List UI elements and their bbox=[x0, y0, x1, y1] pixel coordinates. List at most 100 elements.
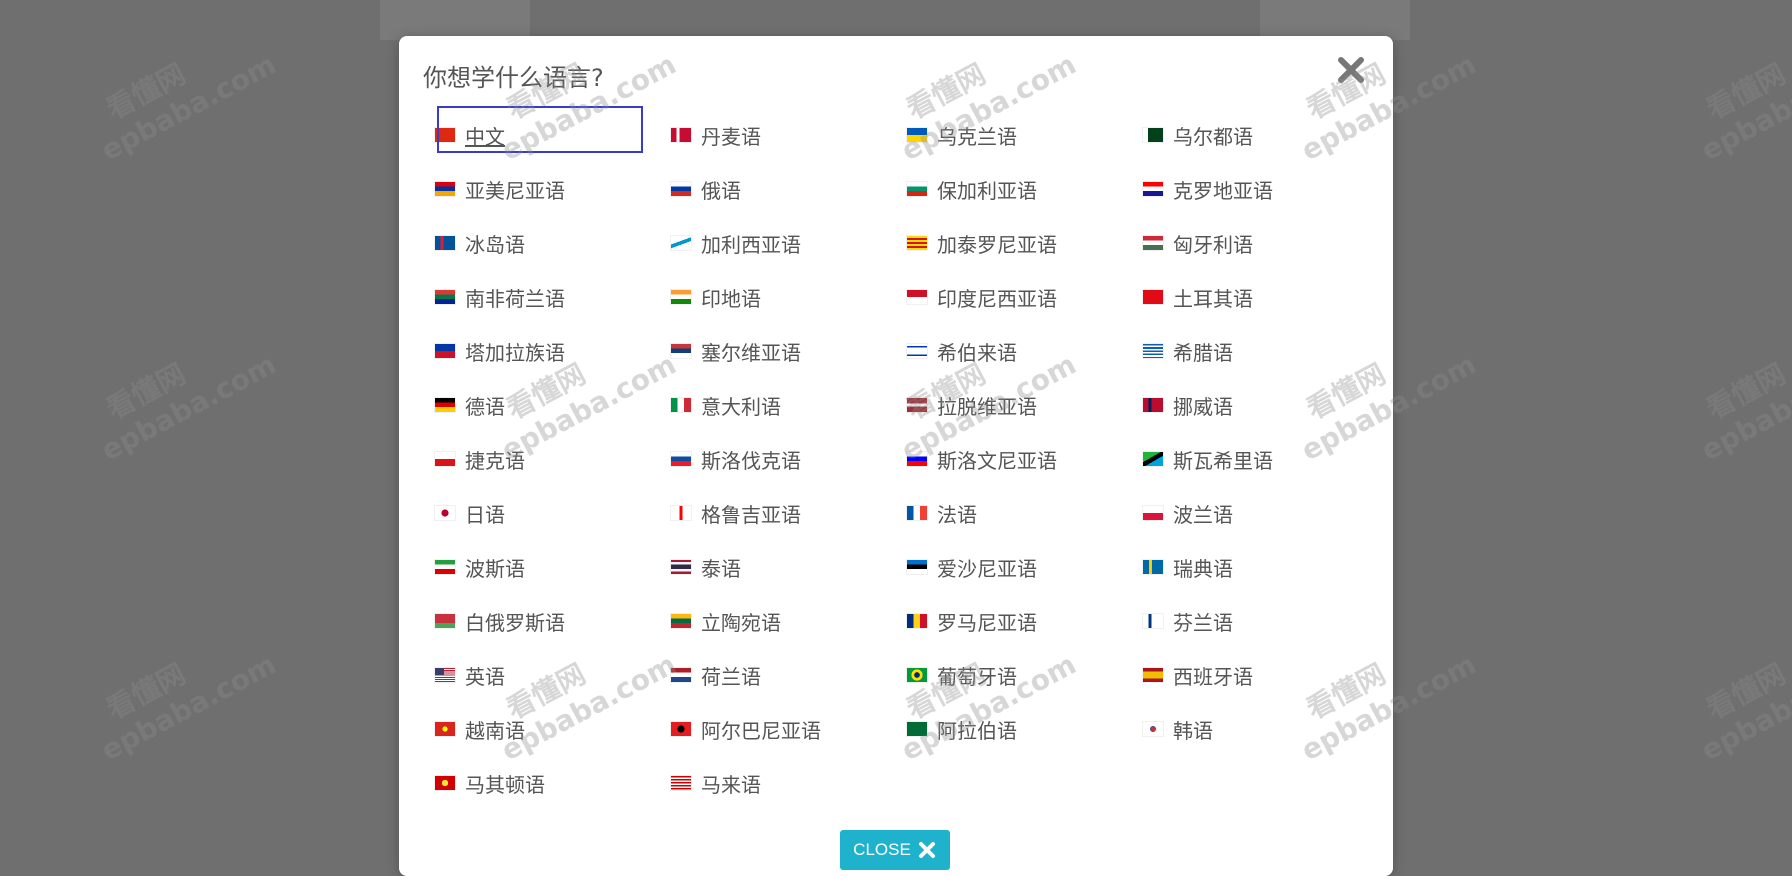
language-option-jp[interactable]: 日语 bbox=[435, 486, 671, 540]
flag-dk-icon bbox=[671, 128, 691, 142]
flag-it-icon bbox=[671, 398, 691, 412]
flag-hu-icon bbox=[1143, 236, 1163, 250]
language-label: 罗马尼亚语 bbox=[937, 610, 1037, 635]
language-option-fi[interactable]: 芬兰语 bbox=[1143, 594, 1379, 648]
language-option-no[interactable]: 挪威语 bbox=[1143, 378, 1379, 432]
language-option-cn[interactable]: 中文 bbox=[435, 108, 671, 162]
language-option-ir[interactable]: 波斯语 bbox=[435, 540, 671, 594]
language-option-ph[interactable]: 塔加拉族语 bbox=[435, 324, 671, 378]
language-option-za[interactable]: 南非荷兰语 bbox=[435, 270, 671, 324]
language-label: 越南语 bbox=[465, 718, 525, 743]
flag-is-icon bbox=[435, 236, 455, 250]
language-option-us[interactable]: 英语 bbox=[435, 648, 671, 702]
language-label: 葡萄牙语 bbox=[937, 664, 1017, 689]
language-option-sk[interactable]: 斯洛伐克语 bbox=[671, 432, 907, 486]
language-option-is[interactable]: 冰岛语 bbox=[435, 216, 671, 270]
language-option-dk[interactable]: 丹麦语 bbox=[671, 108, 907, 162]
language-option-ua[interactable]: 乌克兰语 bbox=[907, 108, 1143, 162]
flag-my-icon bbox=[671, 776, 691, 790]
language-option-kr[interactable]: 韩语 bbox=[1143, 702, 1379, 756]
language-option-br[interactable]: 葡萄牙语 bbox=[907, 648, 1143, 702]
language-option-by[interactable]: 白俄罗斯语 bbox=[435, 594, 671, 648]
language-label: 匈牙利语 bbox=[1173, 232, 1253, 257]
flag-si-icon bbox=[907, 452, 927, 466]
language-option-pl[interactable]: 波兰语 bbox=[1143, 486, 1379, 540]
language-option-sa[interactable]: 阿拉伯语 bbox=[907, 702, 1143, 756]
language-option-lv[interactable]: 拉脱维亚语 bbox=[907, 378, 1143, 432]
flag-gl-icon bbox=[671, 236, 691, 250]
flag-us-icon bbox=[435, 668, 455, 682]
language-label: 希腊语 bbox=[1173, 340, 1233, 365]
flag-rs-icon bbox=[671, 344, 691, 358]
language-option-am[interactable]: 亚美尼亚语 bbox=[435, 162, 671, 216]
language-option-de[interactable]: 德语 bbox=[435, 378, 671, 432]
language-option-ro[interactable]: 罗马尼亚语 bbox=[907, 594, 1143, 648]
language-option-si[interactable]: 斯洛文尼亚语 bbox=[907, 432, 1143, 486]
language-label: 加泰罗尼亚语 bbox=[937, 232, 1057, 257]
flag-id-icon bbox=[907, 290, 927, 304]
language-option-se[interactable]: 瑞典语 bbox=[1143, 540, 1379, 594]
flag-fi-icon bbox=[1143, 614, 1163, 628]
language-option-gr[interactable]: 希腊语 bbox=[1143, 324, 1379, 378]
language-label: 乌尔都语 bbox=[1173, 124, 1253, 149]
language-option-nl[interactable]: 荷兰语 bbox=[671, 648, 907, 702]
language-option-hu[interactable]: 匈牙利语 bbox=[1143, 216, 1379, 270]
language-label: 丹麦语 bbox=[701, 124, 761, 149]
flag-th-icon bbox=[671, 560, 691, 574]
language-option-rs[interactable]: 塞尔维亚语 bbox=[671, 324, 907, 378]
language-option-it[interactable]: 意大利语 bbox=[671, 378, 907, 432]
language-option-bg[interactable]: 保加利亚语 bbox=[907, 162, 1143, 216]
language-option-fr[interactable]: 法语 bbox=[907, 486, 1143, 540]
language-option-es[interactable]: 西班牙语 bbox=[1143, 648, 1379, 702]
language-label: 爱沙尼亚语 bbox=[937, 556, 1037, 581]
flag-nl-icon bbox=[671, 668, 691, 682]
flag-fr-icon bbox=[907, 506, 927, 520]
flag-ph-icon bbox=[435, 344, 455, 358]
language-option-id[interactable]: 印度尼西亚语 bbox=[907, 270, 1143, 324]
flag-ir-icon bbox=[435, 560, 455, 574]
language-option-tz[interactable]: 斯瓦希里语 bbox=[1143, 432, 1379, 486]
language-label: 塔加拉族语 bbox=[465, 340, 565, 365]
flag-cn-icon bbox=[435, 128, 455, 142]
language-label: 希伯来语 bbox=[937, 340, 1017, 365]
language-label: 格鲁吉亚语 bbox=[701, 502, 801, 527]
flag-ge-icon bbox=[671, 506, 691, 520]
language-option-vn[interactable]: 越南语 bbox=[435, 702, 671, 756]
language-option-in[interactable]: 印地语 bbox=[671, 270, 907, 324]
close-icon[interactable] bbox=[1335, 54, 1367, 86]
language-option-ee[interactable]: 爱沙尼亚语 bbox=[907, 540, 1143, 594]
language-dialog: 你想学什么语言? 中文 丹麦语 乌克兰语 乌尔都语 亚美尼亚语 俄语 保加利亚语 克罗地亚语冰… bbox=[399, 36, 1393, 876]
flag-pl-icon bbox=[1143, 506, 1163, 520]
language-option-ge[interactable]: 格鲁吉亚语 bbox=[671, 486, 907, 540]
flag-kr-icon bbox=[1143, 722, 1163, 736]
language-option-hr[interactable]: 克罗地亚语 bbox=[1143, 162, 1379, 216]
flag-es-icon bbox=[1143, 668, 1163, 682]
flag-no-icon bbox=[1143, 398, 1163, 412]
language-label: 捷克语 bbox=[465, 448, 525, 473]
flag-jp-icon bbox=[435, 506, 455, 520]
background-page-header bbox=[380, 0, 530, 40]
language-option-lt[interactable]: 立陶宛语 bbox=[671, 594, 907, 648]
flag-br-icon bbox=[907, 668, 927, 682]
language-option-ru[interactable]: 俄语 bbox=[671, 162, 907, 216]
language-label: 塞尔维亚语 bbox=[701, 340, 801, 365]
watermark: 看懂网 epbaba.com bbox=[95, 47, 282, 168]
close-icon bbox=[918, 842, 935, 858]
language-option-ca[interactable]: 加泰罗尼亚语 bbox=[907, 216, 1143, 270]
language-option-al[interactable]: 阿尔巴尼亚语 bbox=[671, 702, 907, 756]
language-option-pk[interactable]: 乌尔都语 bbox=[1143, 108, 1379, 162]
flag-am-icon bbox=[435, 182, 455, 196]
flag-ru-icon bbox=[671, 182, 691, 196]
background-page-header bbox=[1260, 0, 1410, 40]
close-button[interactable]: CLOSE bbox=[840, 830, 950, 870]
language-option-mk[interactable]: 马其顿语 bbox=[435, 756, 671, 810]
language-option-cz[interactable]: 捷克语 bbox=[435, 432, 671, 486]
language-option-tr[interactable]: 土耳其语 bbox=[1143, 270, 1379, 324]
language-option-my[interactable]: 马来语 bbox=[671, 756, 907, 810]
language-list: 中文 丹麦语 乌克兰语 乌尔都语亚美尼亚语 俄语 保加利亚语 克罗地亚语冰岛语 加利西亚语 加泰… bbox=[435, 108, 1379, 810]
language-option-gl[interactable]: 加利西亚语 bbox=[671, 216, 907, 270]
language-option-il[interactable]: 希伯来语 bbox=[907, 324, 1143, 378]
language-option-th[interactable]: 泰语 bbox=[671, 540, 907, 594]
flag-ua-icon bbox=[907, 128, 927, 142]
language-label: 加利西亚语 bbox=[701, 232, 801, 257]
